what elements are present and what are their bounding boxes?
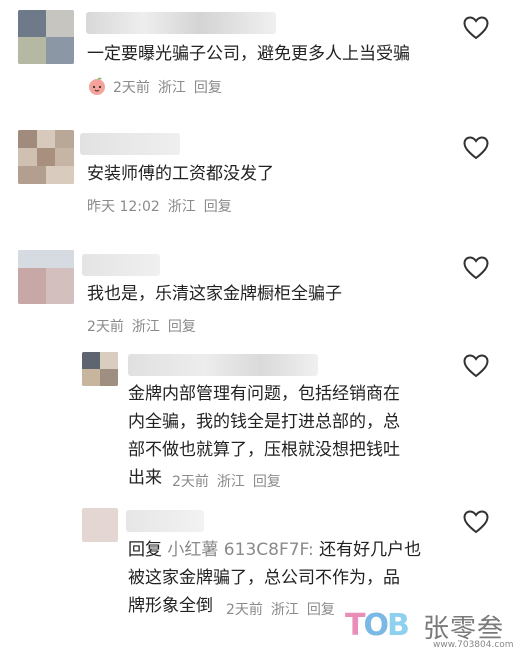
reply-text-line: 内全骗，我的钱全是打进总部的，总 bbox=[128, 412, 400, 432]
reply-button[interactable]: 回复 bbox=[194, 80, 222, 96]
watermark: TOB 张零叁 www.703804.com bbox=[345, 604, 515, 654]
reply-button[interactable]: 回复 bbox=[307, 602, 335, 618]
comment-meta: 2天前 浙江 回复 bbox=[87, 316, 204, 336]
reply-text-line: 牌形象全倒 bbox=[128, 596, 213, 616]
reply-text-line: 被这家金牌骗了，总公司不作为，品 bbox=[128, 568, 400, 588]
avatar[interactable] bbox=[82, 508, 118, 542]
reply-time: 2天前 bbox=[226, 602, 263, 618]
reply-time: 2天前 bbox=[172, 474, 209, 490]
reply-text-line: 部不做也就算了，压根就没想把钱吐 bbox=[128, 440, 400, 460]
reply-button[interactable]: 回复 bbox=[168, 319, 196, 335]
heart-icon[interactable] bbox=[463, 136, 489, 160]
heart-icon[interactable] bbox=[463, 16, 489, 40]
username-blurred[interactable] bbox=[86, 12, 276, 34]
avatar[interactable] bbox=[18, 10, 74, 64]
comment-location: 浙江 bbox=[131, 319, 160, 335]
avatar[interactable] bbox=[18, 250, 74, 304]
avatar[interactable] bbox=[18, 130, 74, 184]
reply-button[interactable]: 回复 bbox=[253, 474, 281, 490]
comment-meta: 2天前 浙江 回复 bbox=[87, 76, 230, 97]
username-blurred[interactable] bbox=[128, 354, 318, 376]
reply-meta: 2天前 浙江 回复 bbox=[172, 471, 289, 491]
watermark-url: www.703804.com bbox=[433, 640, 514, 650]
comment-time: 2天前 bbox=[87, 319, 124, 335]
username-blurred[interactable] bbox=[80, 133, 180, 155]
comment-location: 浙江 bbox=[167, 199, 196, 215]
reply-button[interactable]: 回复 bbox=[204, 199, 232, 215]
comment-time: 昨天 12:02 bbox=[87, 199, 160, 215]
reply-location: 浙江 bbox=[216, 474, 245, 490]
username-blurred[interactable] bbox=[82, 254, 160, 276]
reply-text-line: 还有好几户也 bbox=[319, 540, 422, 560]
reply-location: 浙江 bbox=[270, 602, 299, 618]
heart-icon[interactable] bbox=[463, 510, 489, 534]
heart-icon[interactable] bbox=[463, 256, 489, 280]
peach-sticker-icon bbox=[89, 77, 105, 95]
reply-to-user[interactable]: 小红薯 613C8F7F: bbox=[167, 540, 313, 560]
comment-text: 我也是，乐清这家金牌橱柜全骗子 bbox=[87, 284, 342, 304]
watermark-logo: TOB bbox=[345, 608, 410, 643]
avatar[interactable] bbox=[82, 352, 118, 386]
comment-text: 安装师傅的工资都没发了 bbox=[87, 164, 274, 184]
comment-location: 浙江 bbox=[157, 80, 186, 96]
reply-prefix: 回复 bbox=[128, 540, 162, 560]
reply-meta: 2天前 浙江 回复 bbox=[226, 599, 343, 619]
comment-time: 2天前 bbox=[113, 80, 150, 96]
heart-icon[interactable] bbox=[463, 354, 489, 378]
reply-text-line: 出来 bbox=[128, 468, 162, 488]
comment-text: 一定要曝光骗子公司，避免更多人上当受骗 bbox=[87, 44, 410, 64]
comment-meta: 昨天 12:02 浙江 回复 bbox=[87, 196, 240, 216]
username-blurred[interactable] bbox=[126, 510, 204, 532]
reply-text-line: 金牌内部管理有问题，包括经销商在 bbox=[128, 384, 400, 404]
